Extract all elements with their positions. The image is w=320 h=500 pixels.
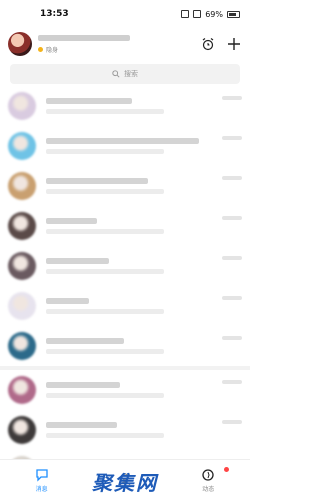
user-avatar[interactable] — [8, 32, 32, 56]
conversation-snippet-blurred — [46, 309, 164, 314]
conversation-snippet-blurred — [46, 269, 164, 274]
status-icons: 69% — [181, 10, 240, 19]
conversation-preview — [46, 338, 242, 354]
conversation-preview — [46, 258, 242, 274]
conversation-snippet-blurred — [46, 109, 164, 114]
status-bar: 13:53 69% — [0, 0, 250, 28]
tab-moments[interactable]: 动态 — [188, 466, 230, 493]
conversation-time-blurred — [222, 420, 242, 424]
conversation-row[interactable] — [0, 206, 250, 246]
conversation-snippet-blurred — [46, 433, 164, 438]
conversation-time-blurred — [222, 380, 242, 384]
conversation-time-blurred — [222, 296, 242, 300]
conversation-snippet-blurred — [46, 149, 164, 154]
status-time: 13:53 — [40, 9, 69, 19]
contact-avatar[interactable] — [8, 92, 36, 120]
tab-moments-label: 动态 — [202, 485, 215, 493]
conversation-time-blurred — [222, 176, 242, 180]
user-info[interactable]: 隐身 — [38, 34, 200, 54]
conversation-title-blurred — [46, 258, 109, 264]
conversation-list — [0, 86, 250, 490]
conversation-row[interactable] — [0, 410, 250, 450]
user-name-blurred — [38, 34, 130, 41]
watermark-logo: 聚集网 — [92, 471, 158, 495]
search-bar[interactable]: 搜索 — [10, 64, 240, 84]
conversation-time-blurred — [222, 96, 242, 100]
contact-avatar[interactable] — [8, 132, 36, 160]
search-placeholder: 搜索 — [124, 70, 138, 78]
conversation-preview — [46, 298, 242, 314]
conversation-title-blurred — [46, 422, 117, 428]
notification-icon — [181, 10, 190, 18]
conversation-preview — [46, 98, 242, 114]
contact-avatar[interactable] — [8, 212, 36, 240]
conversation-title-blurred — [46, 338, 125, 344]
conversation-time-blurred — [222, 216, 242, 220]
conversation-title-blurred — [46, 98, 133, 104]
contact-avatar[interactable] — [8, 252, 36, 280]
online-status[interactable]: 隐身 — [38, 45, 200, 54]
conversation-preview — [46, 382, 242, 398]
conversation-snippet-blurred — [46, 349, 164, 354]
conversation-time-blurred — [222, 256, 242, 260]
conversation-snippet-blurred — [46, 189, 164, 194]
signal-icon — [193, 10, 202, 18]
contact-avatar[interactable] — [8, 376, 36, 404]
tab-messages-label: 消息 — [35, 485, 48, 493]
conversation-row[interactable] — [0, 166, 250, 206]
conversation-preview — [46, 422, 242, 438]
conversation-title-blurred — [46, 218, 97, 224]
conversation-snippet-blurred — [46, 393, 164, 398]
battery-icon — [227, 10, 240, 18]
add-button[interactable] — [226, 36, 242, 52]
conversation-time-blurred — [222, 136, 242, 140]
conversation-preview — [46, 138, 242, 154]
header: 隐身 — [0, 28, 250, 60]
plus-icon — [228, 38, 240, 50]
star-icon — [202, 468, 214, 481]
conversation-row[interactable] — [0, 326, 250, 366]
conversation-title-blurred — [46, 298, 90, 304]
conversation-row[interactable] — [0, 366, 250, 410]
conversation-snippet-blurred — [46, 229, 164, 234]
alarm-clock-button[interactable] — [200, 36, 216, 52]
search-icon — [112, 70, 120, 78]
contact-avatar[interactable] — [8, 172, 36, 200]
notification-badge — [224, 466, 230, 472]
battery-percent: 69% — [205, 9, 223, 19]
conversation-preview — [46, 218, 242, 234]
chat-bubble-icon — [36, 468, 48, 482]
contact-avatar[interactable] — [8, 416, 36, 444]
conversation-title-blurred — [46, 382, 121, 388]
contact-avatar[interactable] — [8, 292, 36, 320]
alarm-clock-icon — [202, 38, 214, 51]
conversation-row[interactable] — [0, 86, 250, 126]
conversation-preview — [46, 178, 242, 194]
conversation-row[interactable] — [0, 126, 250, 166]
online-status-label: 隐身 — [46, 46, 59, 54]
conversation-time-blurred — [222, 336, 242, 340]
conversation-row[interactable] — [0, 286, 250, 326]
contact-avatar[interactable] — [8, 332, 36, 360]
tab-messages[interactable]: 消息 — [22, 468, 62, 493]
conversation-row[interactable] — [0, 246, 250, 286]
conversation-title-blurred — [46, 178, 148, 184]
status-dot-icon — [38, 46, 43, 52]
conversation-title-blurred — [46, 138, 199, 144]
